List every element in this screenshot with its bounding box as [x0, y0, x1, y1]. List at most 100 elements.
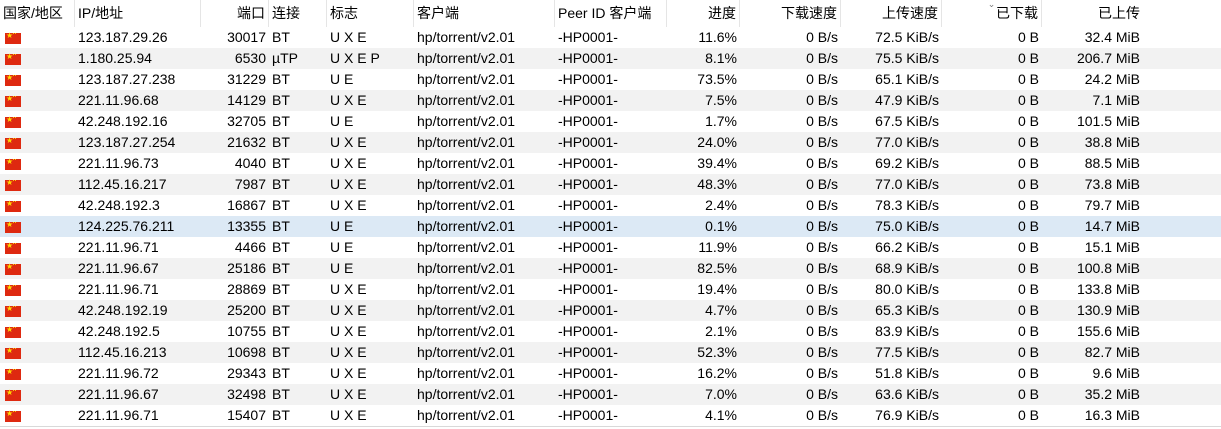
table-row[interactable]: 123.187.27.254 21632 BT U X E hp/torrent/v2.… — [0, 132, 1221, 153]
down-speed-cell: 0 B/s — [806, 29, 838, 45]
table-row[interactable]: 221.11.96.71 4466 BT U E hp/torrent/v2.01 -HP… — [0, 237, 1221, 258]
table-row[interactable]: 42.248.192.5 10755 BT U X E hp/torrent/v2.01… — [0, 321, 1221, 342]
connection-cell: BT — [272, 239, 290, 255]
down-speed-cell: 0 B/s — [806, 239, 838, 255]
column-header-country[interactable]: 国家/地区 — [0, 0, 75, 27]
table-row[interactable]: 112.45.16.217 7987 BT U X E hp/torrent/v2.01… — [0, 174, 1221, 195]
flags-cell: U X E — [330, 344, 367, 360]
connection-cell: BT — [272, 407, 290, 423]
table-row[interactable]: 221.11.96.67 25186 BT U E hp/torrent/v2.01 -H… — [0, 258, 1221, 279]
connection-cell: BT — [272, 218, 290, 234]
progress-cell: 24.0% — [697, 134, 737, 150]
column-header-downloaded-label: 已下载 — [996, 5, 1038, 21]
flags-cell: U X E P — [330, 50, 380, 66]
connection-cell: BT — [272, 113, 290, 129]
country-cell — [0, 342, 75, 363]
china-flag-icon — [5, 28, 21, 44]
table-row[interactable]: 221.11.96.71 15407 BT U X E hp/torrent/v2.01… — [0, 405, 1221, 426]
flags-cell: U X E — [330, 407, 367, 423]
peers-table[interactable]: 国家/地区 IP/地址 端口 连接 标志 客户端 Peer ID 客户端 进度 … — [0, 0, 1221, 429]
connection-cell: BT — [272, 302, 290, 318]
port-cell: 30017 — [227, 29, 266, 45]
downloaded-cell: 0 B — [1017, 302, 1039, 318]
table-row[interactable]: 124.225.76.211 13355 BT U E hp/torrent/v2.01… — [0, 216, 1221, 237]
client-cell: hp/torrent/v2.01 — [417, 155, 516, 171]
port-cell: 32498 — [227, 386, 266, 402]
china-flag-icon — [5, 364, 21, 380]
client-cell: hp/torrent/v2.01 — [417, 71, 516, 87]
peer-id-client-cell: -HP0001- — [558, 92, 618, 108]
column-header-connection[interactable]: 连接 — [269, 0, 327, 27]
client-cell: hp/torrent/v2.01 — [417, 176, 516, 192]
uploaded-cell: 79.7 MiB — [1084, 197, 1140, 213]
down-speed-cell: 0 B/s — [806, 260, 838, 276]
down-speed-cell: 0 B/s — [806, 50, 838, 66]
china-flag-icon — [5, 133, 21, 149]
flags-cell: U X E — [330, 134, 367, 150]
up-speed-cell: 78.3 KiB/s — [875, 197, 939, 213]
table-row[interactable]: 123.187.27.238 31229 BT U E hp/torrent/v2.01… — [0, 69, 1221, 90]
country-cell — [0, 48, 75, 69]
port-cell: 28869 — [227, 281, 266, 297]
up-speed-cell: 80.0 KiB/s — [875, 281, 939, 297]
client-cell: hp/torrent/v2.01 — [417, 323, 516, 339]
up-speed-cell: 83.9 KiB/s — [875, 323, 939, 339]
table-row[interactable]: 42.248.192.3 16867 BT U X E hp/torrent/v2.01… — [0, 195, 1221, 216]
column-header-peer-id-client[interactable]: Peer ID 客户端 — [555, 0, 667, 27]
port-cell: 15407 — [227, 407, 266, 423]
column-header-downloaded[interactable]: ⌄ 已下载 — [942, 0, 1042, 27]
peer-id-client-cell: -HP0001- — [558, 407, 618, 423]
table-row[interactable]: 1.180.25.94 6530 µTP U X E P hp/torrent/v2.0… — [0, 48, 1221, 69]
progress-cell: 4.1% — [705, 407, 737, 423]
china-flag-icon — [5, 49, 21, 65]
ip-cell: 42.248.192.3 — [78, 197, 160, 213]
country-cell — [0, 132, 75, 153]
connection-cell: BT — [272, 134, 290, 150]
connection-cell: BT — [272, 323, 290, 339]
china-flag-icon — [5, 217, 21, 233]
up-speed-cell: 67.5 KiB/s — [875, 113, 939, 129]
china-flag-icon — [5, 154, 21, 170]
column-header-down-speed[interactable]: 下载速度 — [740, 0, 841, 27]
table-row[interactable]: 221.11.96.71 28869 BT U X E hp/torrent/v2.01… — [0, 279, 1221, 300]
peer-id-client-cell: -HP0001- — [558, 155, 618, 171]
table-row[interactable]: 112.45.16.213 10698 BT U X E hp/torrent/v2.0… — [0, 342, 1221, 363]
column-header-ip[interactable]: IP/地址 — [75, 0, 201, 27]
downloaded-cell: 0 B — [1017, 386, 1039, 402]
table-row[interactable]: 221.11.96.72 29343 BT U X E hp/torrent/v2.01… — [0, 363, 1221, 384]
column-header-port[interactable]: 端口 — [201, 0, 269, 27]
table-row[interactable]: 42.248.192.19 25200 BT U X E hp/torrent/v2.0… — [0, 300, 1221, 321]
progress-cell: 19.4% — [697, 281, 737, 297]
column-header-up-speed[interactable]: 上传速度 — [841, 0, 942, 27]
down-speed-cell: 0 B/s — [806, 134, 838, 150]
country-cell — [0, 216, 75, 237]
flags-cell: U X E — [330, 302, 367, 318]
china-flag-icon — [5, 112, 21, 128]
connection-cell: µTP — [272, 50, 298, 66]
column-header-uploaded[interactable]: 已上传 — [1042, 0, 1143, 27]
table-row[interactable]: 221.11.96.73 4040 BT U X E hp/torrent/v2.01 -… — [0, 153, 1221, 174]
connection-cell: BT — [272, 92, 290, 108]
connection-cell: BT — [272, 176, 290, 192]
progress-cell: 11.6% — [698, 29, 737, 45]
table-row[interactable]: 221.11.96.67 32498 BT U X E hp/torrent/v2.01… — [0, 384, 1221, 405]
uploaded-cell: 73.8 MiB — [1084, 176, 1140, 192]
down-speed-cell: 0 B/s — [806, 113, 838, 129]
up-speed-cell: 47.9 KiB/s — [875, 92, 939, 108]
column-header-client[interactable]: 客户端 — [414, 0, 555, 27]
down-speed-cell: 0 B/s — [806, 407, 838, 423]
ip-cell: 123.187.29.26 — [78, 29, 168, 45]
column-header-flags[interactable]: 标志 — [327, 0, 414, 27]
progress-cell: 1.7% — [705, 113, 737, 129]
up-speed-cell: 76.9 KiB/s — [875, 407, 939, 423]
table-row[interactable]: 221.11.96.68 14129 BT U X E hp/torrent/v2.01… — [0, 90, 1221, 111]
port-cell: 25200 — [227, 302, 266, 318]
column-header-progress[interactable]: 进度 — [667, 0, 740, 27]
table-row[interactable]: 42.248.192.16 32705 BT U E hp/torrent/v2.01 -… — [0, 111, 1221, 132]
table-row[interactable]: 123.187.29.26 30017 BT U X E hp/torrent/v2.0… — [0, 27, 1221, 48]
up-speed-cell: 63.6 KiB/s — [875, 386, 939, 402]
flags-cell: U X E — [330, 386, 367, 402]
ip-cell: 221.11.96.71 — [78, 281, 159, 297]
flags-cell: U E — [330, 260, 354, 276]
flags-cell: U X E — [330, 29, 367, 45]
